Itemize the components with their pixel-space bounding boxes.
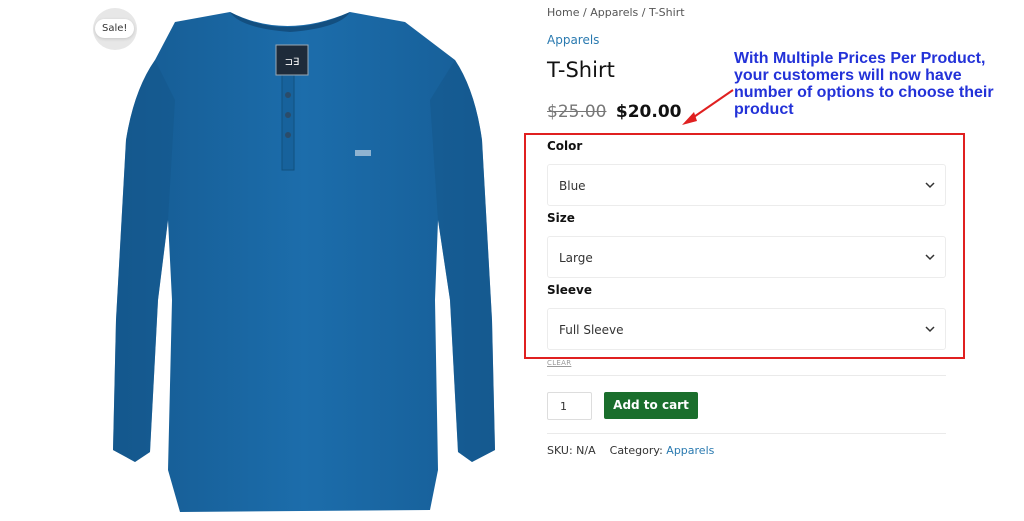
breadcrumb-current: T-Shirt [649,6,685,19]
breadcrumb: Home / Apparels / T-Shirt [547,6,685,19]
old-price: $25.00 [547,102,607,122]
sku-label: SKU: [547,444,573,457]
quantity-value: 1 [560,400,567,413]
arrow-icon [682,89,734,125]
variations-highlight-box [524,133,965,359]
quantity-input[interactable]: 1 [547,392,592,420]
tshirt-image[interactable]: ⊐∃ [80,0,520,521]
category-meta-link[interactable]: Apparels [666,444,714,457]
breadcrumb-home[interactable]: Home [547,6,579,19]
svg-text:⊐∃: ⊐∃ [285,57,300,68]
breadcrumb-apparels[interactable]: Apparels [590,6,638,19]
breadcrumb-separator: / [582,6,587,19]
clear-variations-link[interactable]: CLEAR [547,359,571,367]
breadcrumb-separator: / [641,6,646,19]
category-label: Category: [609,444,663,457]
sale-badge-label: Sale! [95,19,135,38]
divider [547,433,946,434]
product-price: $25.00 $20.00 [547,102,682,122]
annotation-callout: With Multiple Prices Per Product, your c… [734,50,994,118]
product-meta: SKU: N/A Category: Apparels [547,444,714,457]
sale-badge: Sale! [93,8,137,50]
add-to-cart-button[interactable]: Add to cart [604,392,698,419]
product-gallery: ⊐∃ Sale! [80,0,520,521]
sale-price: $20.00 [615,102,682,122]
divider [547,375,946,376]
product-title: T-Shirt [547,58,615,82]
sku-value: N/A [576,444,596,457]
product-category-link[interactable]: Apparels [547,33,599,47]
